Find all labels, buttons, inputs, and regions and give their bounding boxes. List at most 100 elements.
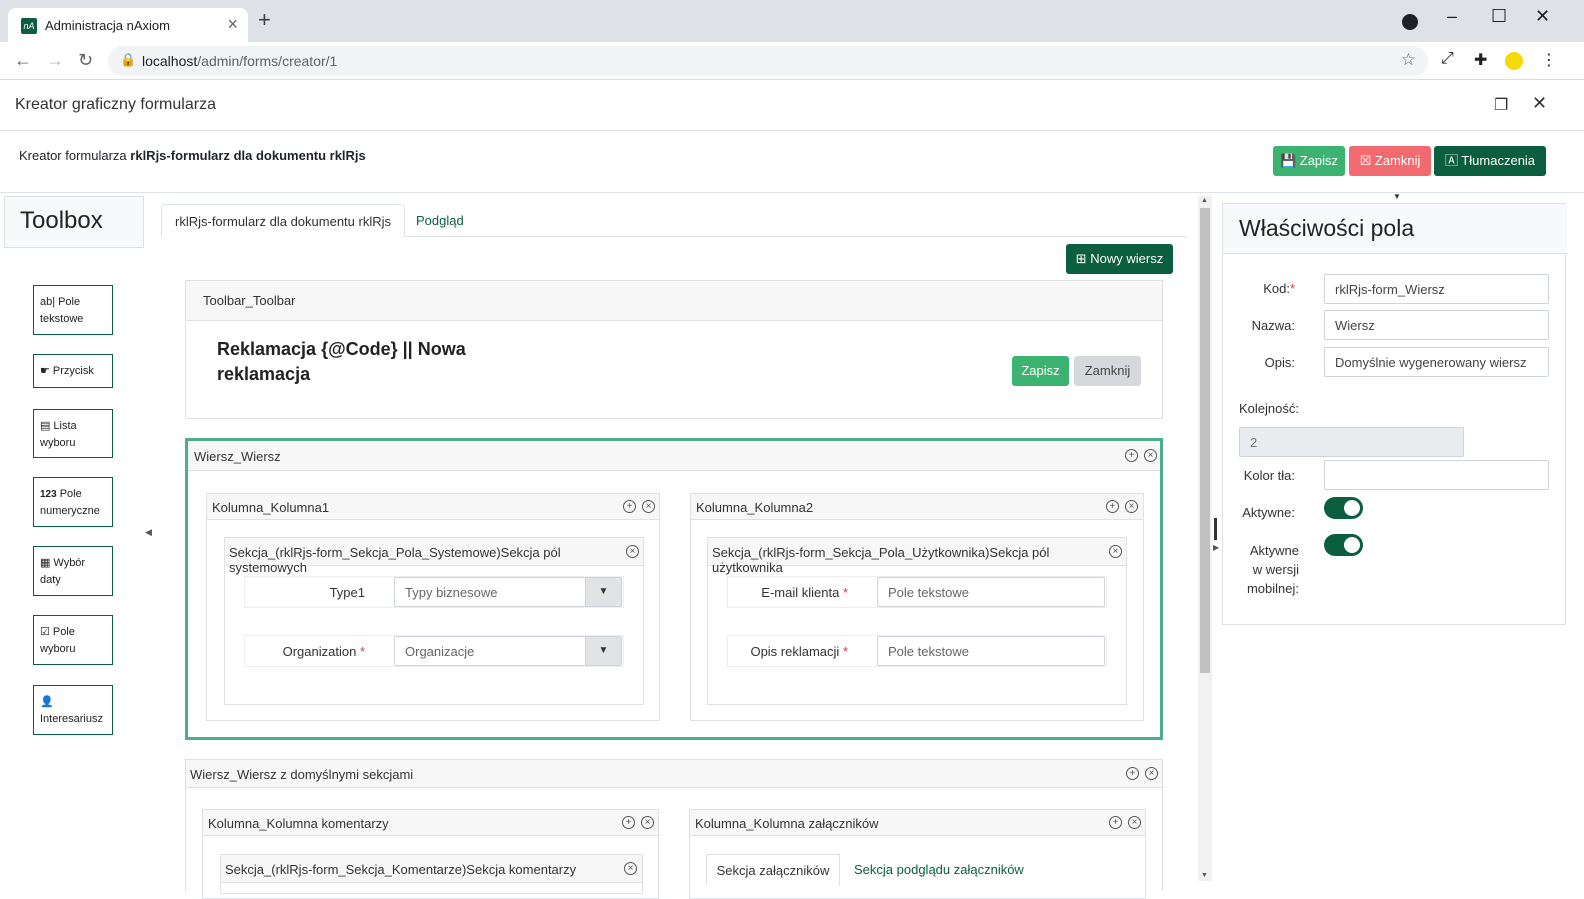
url-host: localhost (142, 53, 198, 69)
toolbar-close-button[interactable]: Zamknij (1074, 356, 1141, 386)
tab-preview[interactable]: Podgląd (403, 204, 477, 237)
browser-tab[interactable]: nA Administracja nAxiom × (8, 8, 248, 42)
url-input[interactable]: 🔒 localhost/admin/forms/creator/1 ☆ (108, 46, 1428, 76)
scroll-down-icon[interactable]: ▼ (1201, 872, 1208, 879)
name-label: Nazwa: (1251, 318, 1295, 333)
reload-icon[interactable]: ↻ (78, 50, 93, 71)
list-icon: ▤ (40, 420, 51, 432)
form-name: rklRjs-formularz dla dokumentu rklRjs (130, 148, 366, 163)
field-row[interactable]: E-mail klienta * Pole tekstowe (727, 576, 1107, 608)
name-field[interactable]: Wiersz (1324, 310, 1549, 340)
profile-menu-icon[interactable] (1402, 14, 1418, 30)
remove-circle-icon[interactable]: × (626, 545, 639, 558)
minimize-icon[interactable]: – (1447, 6, 1457, 27)
section-header: Sekcja_(rklRjs-form_Sekcja_Pola_Użytkown… (708, 538, 1126, 575)
avatar[interactable] (1505, 52, 1523, 70)
text-field-icon: ab| (40, 296, 56, 308)
field-row[interactable]: Organization * Organizacje ▼ (244, 635, 624, 667)
tool-select-list[interactable]: ▤ Lista wyboru (33, 409, 113, 458)
tool-checkbox[interactable]: ☑ Pole wyboru (33, 615, 113, 665)
expand-icon[interactable]: ⤢ (1441, 50, 1454, 68)
add-circle-icon[interactable]: + (1125, 449, 1138, 462)
add-circle-icon[interactable]: + (1109, 816, 1122, 829)
order-field: 2 (1239, 427, 1464, 457)
remove-circle-icon[interactable]: × (624, 862, 637, 875)
toolbox-title: Toolbox (20, 207, 103, 234)
browser-menu-icon[interactable]: ⋮ (1541, 50, 1557, 70)
add-circle-icon[interactable]: + (622, 816, 635, 829)
column-kolumna2[interactable]: Kolumna_Kolumna2 + × Sekcja_(rklRjs-form… (690, 493, 1144, 721)
active-label: Aktywne: (1242, 505, 1295, 520)
column-kolumna1[interactable]: Kolumna_Kolumna1 + × Sekcja_(rklRjs-form… (206, 493, 660, 721)
remove-circle-icon[interactable]: × (1125, 500, 1138, 513)
remove-circle-icon[interactable]: × (1128, 816, 1141, 829)
organization-select[interactable]: Organizacje ▼ (394, 636, 622, 666)
field-row[interactable]: Opis reklamacji * Pole tekstowe (727, 635, 1107, 667)
new-tab-icon[interactable]: + (258, 9, 271, 31)
remove-circle-icon[interactable]: × (1144, 449, 1157, 462)
column-header: Kolumna_Kolumna1 (207, 494, 659, 520)
row-default-sections[interactable]: Wiersz_Wiersz z domyślnymi sekcjami + × … (185, 759, 1163, 899)
tool-stakeholder[interactable]: 👤 Interesariusz (33, 685, 113, 735)
section-system-fields[interactable]: Sekcja_(rklRjs-form_Sekcja_Pola_Systemow… (224, 537, 644, 705)
main-scrollbar[interactable]: ▲ ▼ (1198, 196, 1212, 881)
maximize-icon[interactable]: ☐ (1491, 6, 1507, 27)
email-field[interactable]: Pole tekstowe (877, 577, 1105, 607)
complaint-description-field[interactable]: Pole tekstowe (877, 636, 1105, 666)
scroll-thumb[interactable] (1200, 208, 1210, 673)
tool-date-picker[interactable]: ▦ Wybór daty (33, 546, 113, 596)
business-type-select[interactable]: Typy biznesowe ▼ (394, 577, 622, 607)
active-toggle[interactable] (1324, 497, 1363, 519)
remove-circle-icon[interactable]: × (1109, 545, 1122, 558)
remove-circle-icon[interactable]: × (1145, 767, 1158, 780)
background-color-field[interactable] (1324, 460, 1549, 490)
favicon-icon: nA (21, 18, 37, 34)
row-wiersz[interactable]: Wiersz_Wiersz + × Kolumna_Kolumna1 + × S… (185, 438, 1163, 740)
person-icon: 👤 (40, 696, 54, 708)
tab-attachments-preview[interactable]: Sekcja podglądu załączników (854, 862, 1024, 877)
active-mobile-toggle[interactable] (1324, 534, 1363, 556)
back-icon[interactable]: ← (14, 50, 32, 71)
toolbar-save-button[interactable]: Zapisz (1012, 356, 1069, 386)
tab-attachments[interactable]: Sekcja załączników (706, 854, 840, 886)
form-subheader: Kreator formularza rklRjs-formularz dla … (0, 131, 1584, 193)
code-field[interactable]: rklRjs-form_Wiersz (1324, 274, 1549, 304)
forward-icon[interactable]: → (46, 50, 64, 71)
tool-button[interactable]: ☛ Przycisk (33, 354, 113, 388)
tool-text-field[interactable]: ab| Pole tekstowe (33, 285, 113, 335)
field-row[interactable]: Type1 Typy biznesowe ▼ (244, 576, 624, 608)
scroll-up-icon[interactable]: ▲ (1201, 197, 1208, 204)
translations-button[interactable]: 🄰 Tłumaczenia (1434, 146, 1546, 176)
extensions-icon[interactable]: ✚ (1474, 50, 1487, 70)
collapse-right-icon[interactable]: ▶ (1213, 543, 1219, 552)
tab-form[interactable]: rklRjs-formularz dla dokumentu rklRjs (161, 204, 405, 237)
window-close-icon[interactable]: ✕ (1535, 6, 1550, 27)
column-comments[interactable]: Kolumna_Kolumna komentarzy + × Sekcja_(r… (202, 809, 659, 899)
section-user-fields[interactable]: Sekcja_(rklRjs-form_Sekcja_Pola_Użytkown… (707, 537, 1127, 705)
add-circle-icon[interactable]: + (1106, 500, 1119, 513)
section-header: Sekcja_(rklRjs-form_Sekcja_Pola_Systemow… (225, 538, 643, 575)
dialog-close-icon[interactable]: ✕ (1532, 93, 1547, 114)
tool-numeric-field[interactable]: 123 Pole numeryczne (33, 477, 113, 527)
bookmark-star-icon[interactable]: ☆ (1401, 50, 1416, 70)
section-comments[interactable]: Sekcja_(rklRjs-form_Sekcja_Komentarze)Se… (220, 854, 643, 894)
row-header: Wiersz_Wiersz (188, 441, 1160, 471)
background-color-label: Kolor tła: (1243, 468, 1295, 483)
toolbar-panel[interactable]: Toolbar_Toolbar Reklamacja {@Code} || No… (185, 280, 1163, 419)
splitter-handle[interactable] (1214, 518, 1217, 540)
close-tab-icon[interactable]: × (227, 14, 238, 35)
section-header: Sekcja_(rklRjs-form_Sekcja_Komentarze)Se… (221, 855, 642, 883)
remove-circle-icon[interactable]: × (641, 816, 654, 829)
column-attachments[interactable]: Kolumna_Kolumna załączników + × Sekcja z… (689, 809, 1146, 899)
restore-icon[interactable]: ❐ (1494, 95, 1508, 115)
collapse-left-icon[interactable]: ◀ (145, 527, 152, 538)
save-button[interactable]: 💾 Zapisz (1273, 146, 1345, 176)
remove-circle-icon[interactable]: × (642, 500, 655, 513)
description-field[interactable]: Domyślnie wygenerowany wiersz (1324, 347, 1549, 377)
new-row-button[interactable]: ⊞ Nowy wiersz (1066, 244, 1173, 274)
checkbox-icon: ☑ (40, 626, 50, 638)
close-button[interactable]: ☒ Zamknij (1349, 146, 1431, 176)
numeric-icon: 123 (40, 489, 57, 500)
add-circle-icon[interactable]: + (1126, 767, 1139, 780)
add-circle-icon[interactable]: + (623, 500, 636, 513)
